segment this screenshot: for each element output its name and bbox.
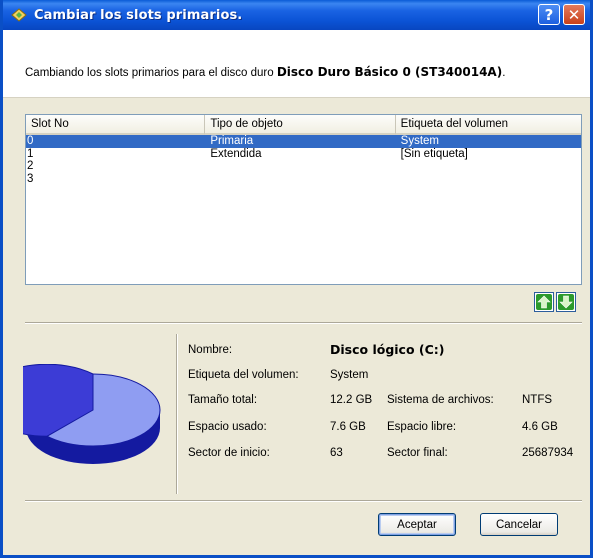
- disk-name: Disco Duro Básico 0 (ST340014A): [276, 65, 503, 79]
- final-label: Sector final:: [387, 447, 448, 459]
- header-band: [3, 30, 590, 98]
- sistema-label: Sistema de archivos:: [387, 394, 494, 406]
- libre-value: 4.6 GB: [522, 421, 558, 433]
- column-header-tipo[interactable]: Tipo de objeto: [205, 115, 396, 135]
- cell-etiqueta: [396, 173, 581, 186]
- details-divider: [176, 334, 178, 494]
- cell-slot: 2: [27, 160, 34, 172]
- separator-bottom: [25, 500, 582, 502]
- help-button[interactable]: ?: [538, 4, 560, 25]
- inicio-label: Sector de inicio:: [188, 447, 270, 459]
- cancel-button[interactable]: Cancelar: [480, 513, 558, 536]
- sistema-value: NTFS: [522, 394, 553, 406]
- cell-etiqueta: [Sin etiqueta]: [400, 147, 468, 160]
- intro-text: Cambiando los slots primarios para el di…: [25, 65, 505, 79]
- usado-value: 7.6 GB: [330, 421, 366, 433]
- final-value: 25687934: [522, 447, 574, 459]
- column-header-etiqueta[interactable]: Etiqueta del volumen: [395, 115, 581, 135]
- dialog-title: Cambiar los slots primarios.: [34, 7, 243, 23]
- up-arrow-icon: [536, 294, 552, 310]
- move-up-button[interactable]: [534, 292, 554, 312]
- usado-label: Espacio usado:: [188, 421, 267, 433]
- cell-tipo: [205, 173, 395, 186]
- etiqueta-value: System: [330, 369, 369, 381]
- nombre-value: Disco lógico (C:): [330, 342, 445, 357]
- intro-suffix: .: [502, 67, 506, 79]
- cell-tipo: Extendida: [210, 147, 262, 160]
- move-down-button[interactable]: [556, 292, 576, 312]
- disk-usage-pie-chart: [23, 364, 161, 464]
- cell-tipo: [205, 160, 395, 173]
- table-row[interactable]: 1 Extendida [Sin etiqueta]: [26, 148, 581, 161]
- etiqueta-label: Etiqueta del volumen:: [188, 369, 299, 381]
- column-header-slot[interactable]: Slot No: [26, 115, 206, 135]
- cell-slot: 3: [27, 172, 34, 185]
- table-row[interactable]: 2: [26, 160, 581, 173]
- cell-etiqueta: [396, 160, 581, 173]
- app-icon: [10, 7, 28, 23]
- close-button[interactable]: ✕: [563, 4, 585, 25]
- intro-prefix: Cambiando los slots primarios para el di…: [25, 67, 277, 79]
- inicio-value: 63: [330, 447, 343, 459]
- cell-etiqueta: System: [400, 135, 439, 147]
- list-header: Slot No Tipo de objeto Etiqueta del volu…: [26, 115, 581, 135]
- title-bar[interactable]: Cambiar los slots primarios. ? ✕: [3, 0, 590, 30]
- cell-tipo: Primaria: [210, 135, 254, 147]
- table-row[interactable]: 3: [26, 173, 581, 186]
- cell-slot: 0: [27, 135, 34, 147]
- down-arrow-icon: [558, 294, 574, 310]
- details-panel: Nombre: Disco lógico (C:) Etiqueta del v…: [3, 324, 590, 494]
- tamano-label: Tamaño total:: [188, 394, 258, 406]
- table-row[interactable]: 0 Primaria System: [26, 135, 581, 148]
- accept-button[interactable]: Aceptar: [378, 513, 456, 536]
- libre-label: Espacio libre:: [387, 421, 457, 433]
- slots-list[interactable]: Slot No Tipo de objeto Etiqueta del volu…: [25, 114, 582, 285]
- cell-slot: 1: [27, 147, 34, 160]
- nombre-label: Nombre:: [188, 344, 233, 356]
- dialog-window: Cambiar los slots primarios. ? ✕ Cambian…: [0, 0, 593, 558]
- tamano-value: 12.2 GB: [330, 394, 373, 406]
